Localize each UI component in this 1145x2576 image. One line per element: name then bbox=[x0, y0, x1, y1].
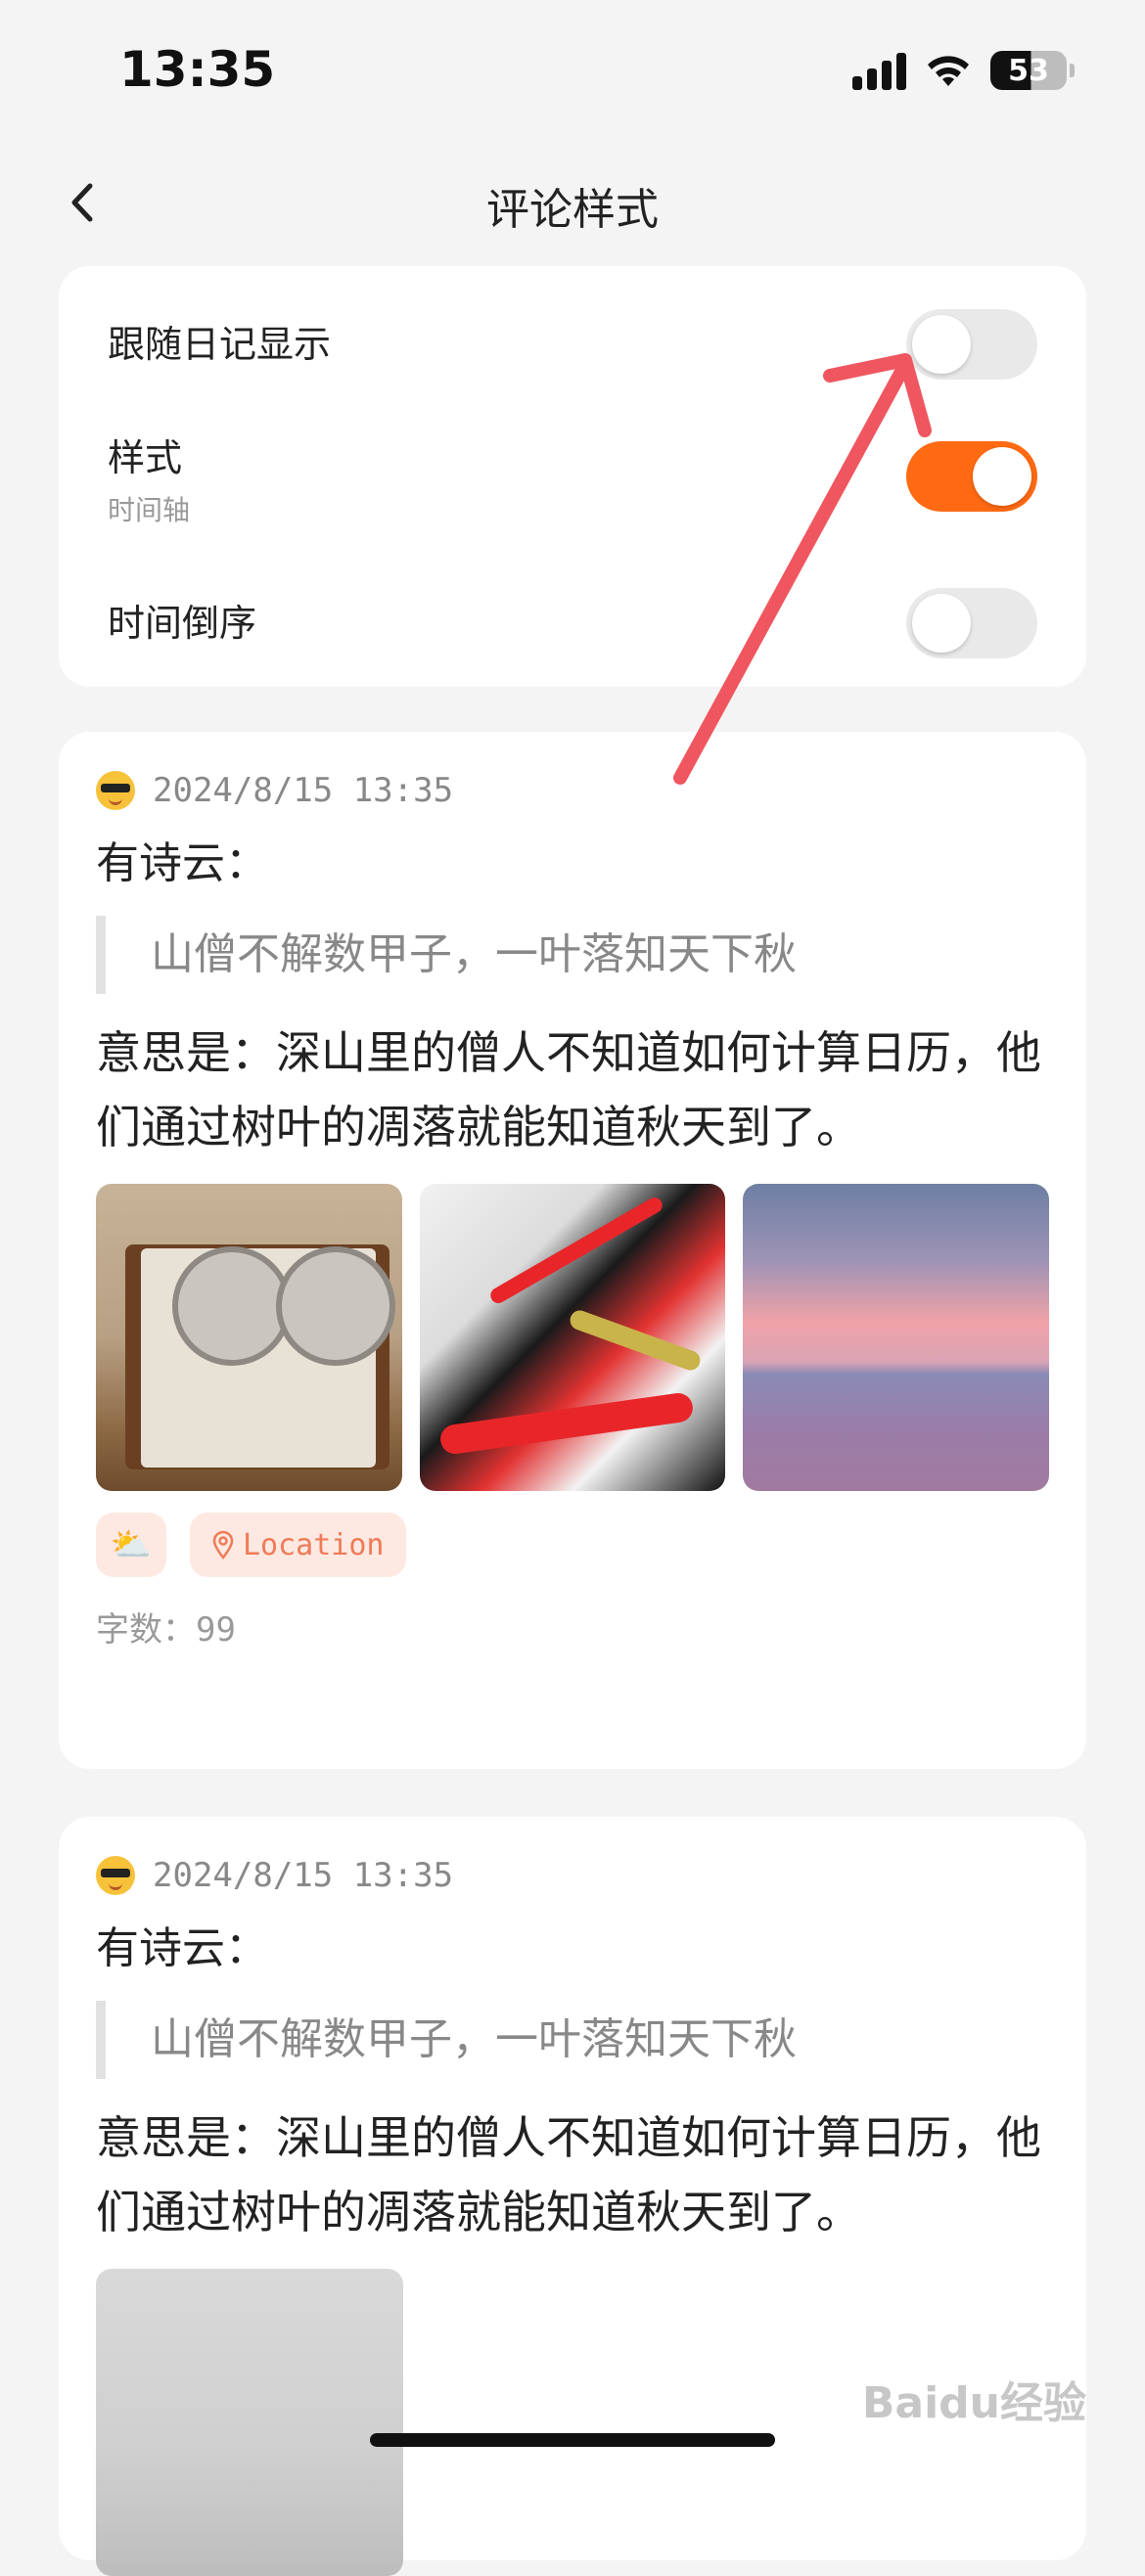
wifi-icon bbox=[928, 56, 969, 86]
diary-entry-card[interactable]: 2024/8/15 13:35 有诗云： 山僧不解数甲子，一叶落知天下秋 意思是… bbox=[59, 1817, 1086, 2576]
photo-reel-to-reel-recorder[interactable] bbox=[96, 1184, 402, 1491]
status-time: 13:35 bbox=[119, 41, 276, 98]
style-value: 时间轴 bbox=[108, 494, 191, 526]
entry-date: 2024/8/15 13:35 bbox=[153, 1856, 454, 1895]
diary-entry-card[interactable]: 2024/8/15 13:35 有诗云： 山僧不解数甲子，一叶落知天下秋 意思是… bbox=[59, 732, 1086, 1769]
entry-quote: 山僧不解数甲子，一叶落知天下秋 bbox=[96, 2001, 1049, 2079]
entry-body: 意思是：深山里的僧人不知道如何计算日历，他们通过树叶的凋落就能知道秋天到了。 bbox=[96, 2111, 1041, 2238]
photo-abstract-painting[interactable] bbox=[419, 1184, 726, 1491]
status-icons: 53 bbox=[852, 51, 1075, 90]
weather-tag[interactable]: ⛅ bbox=[96, 1513, 166, 1577]
entry-body: 意思是：深山里的僧人不知道如何计算日历，他们通过树叶的凋落就能知道秋天到了。 bbox=[96, 1026, 1041, 1153]
comment-style-settings-card: 跟随日记显示 样式 时间轴 时间倒序 bbox=[59, 266, 1086, 687]
reverse-time-toggle[interactable] bbox=[906, 588, 1037, 658]
reverse-time-row: 时间倒序 bbox=[108, 584, 1037, 662]
location-label: Location bbox=[243, 1527, 385, 1562]
toggle-knob bbox=[973, 447, 1031, 506]
toggle-knob bbox=[912, 594, 971, 653]
follow-diary-label: 跟随日记显示 bbox=[108, 323, 332, 366]
style-row: 样式 时间轴 bbox=[108, 428, 1037, 526]
style-label: 样式 bbox=[108, 436, 183, 479]
nav-bar: 评论样式 bbox=[0, 157, 1145, 245]
entry-meta: 2024/8/15 13:35 bbox=[96, 1856, 1049, 1895]
entry-tags: ⛅ Location bbox=[96, 1513, 1049, 1577]
entry-quote: 山僧不解数甲子，一叶落知天下秋 bbox=[96, 916, 1049, 994]
follow-diary-row: 跟随日记显示 bbox=[108, 305, 1037, 384]
entry-date: 2024/8/15 13:35 bbox=[153, 771, 454, 810]
cellular-signal-icon bbox=[852, 51, 906, 90]
status-bar: 13:35 53 bbox=[0, 0, 1145, 147]
battery-icon: 53 bbox=[990, 51, 1075, 90]
location-pin-icon bbox=[212, 1530, 234, 1559]
photo-sunset-sea[interactable] bbox=[743, 1184, 1050, 1491]
watermark: Baidu经验 bbox=[861, 2378, 1086, 2428]
style-toggle[interactable] bbox=[906, 441, 1037, 512]
photo-grid bbox=[96, 1184, 1050, 1491]
photo-printed-postcards[interactable] bbox=[96, 2269, 403, 2576]
sun-cloud-icon: ⛅ bbox=[110, 1525, 153, 1564]
entry-heading: 有诗云： bbox=[96, 1923, 268, 1973]
home-indicator[interactable] bbox=[370, 2433, 775, 2447]
entry-meta: 2024/8/15 13:35 bbox=[96, 771, 1049, 810]
cool-face-mood-icon bbox=[96, 1856, 135, 1895]
location-tag[interactable]: Location bbox=[190, 1513, 406, 1577]
reverse-time-label: 时间倒序 bbox=[108, 602, 257, 645]
follow-diary-toggle[interactable] bbox=[906, 309, 1037, 380]
battery-level: 53 bbox=[1008, 53, 1049, 88]
entry-heading: 有诗云： bbox=[96, 838, 268, 888]
cool-face-mood-icon bbox=[96, 771, 135, 810]
toggle-knob bbox=[912, 315, 971, 374]
page-title: 评论样式 bbox=[486, 185, 659, 235]
word-count: 字数：99 bbox=[96, 1610, 236, 1650]
